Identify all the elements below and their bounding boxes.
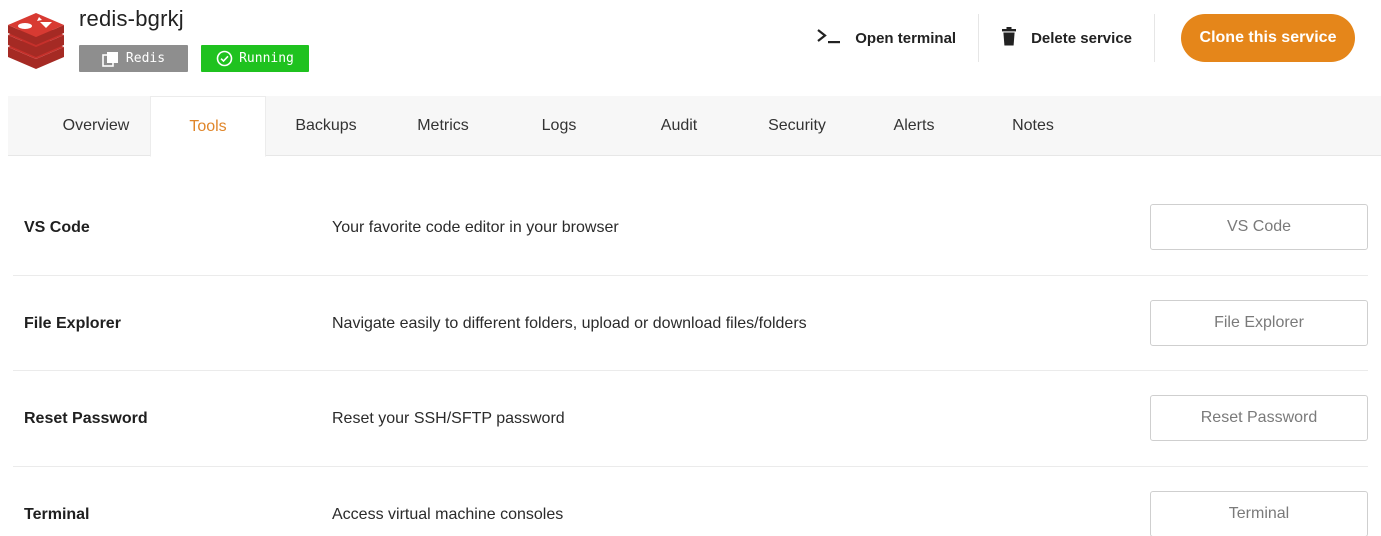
tab-bar: Overview Tools Backups Metrics Logs Audi…	[8, 96, 1381, 157]
tool-title: File Explorer	[24, 314, 121, 332]
check-circle-icon	[216, 50, 233, 67]
status-label: Running	[239, 51, 294, 66]
tab-notes[interactable]: Notes	[1003, 96, 1063, 156]
vs-code-button[interactable]: VS Code	[1150, 204, 1368, 250]
delete-service-button[interactable]: Delete service	[1001, 14, 1132, 62]
service-name: redis-bgrkj	[79, 6, 184, 31]
tab-logs[interactable]: Logs	[531, 96, 587, 156]
tab-security[interactable]: Security	[756, 96, 838, 156]
service-header: redis-bgrkj Redis Running Open terminal …	[0, 0, 1381, 90]
copy-icon	[102, 51, 119, 67]
tool-description: Reset your SSH/SFTP password	[332, 410, 565, 427]
open-terminal-label: Open terminal	[855, 29, 957, 47]
tools-list: VS Code Your favorite code editor in you…	[13, 180, 1368, 536]
delete-service-label: Delete service	[1031, 29, 1132, 47]
tab-metrics[interactable]: Metrics	[408, 96, 478, 156]
terminal-button[interactable]: Terminal	[1150, 490, 1368, 536]
tab-alerts[interactable]: Alerts	[881, 96, 947, 156]
clone-service-button[interactable]: Clone this service	[1181, 14, 1355, 62]
service-type-badge: Redis	[79, 45, 188, 72]
file-explorer-button[interactable]: File Explorer	[1150, 299, 1368, 346]
status-badge: Running	[201, 45, 309, 72]
tool-title: VS Code	[24, 219, 90, 236]
tool-description: Navigate easily to different folders, up…	[332, 314, 807, 332]
tool-title: Terminal	[24, 505, 90, 523]
action-divider	[1154, 14, 1155, 62]
tab-audit[interactable]: Audit	[648, 96, 710, 156]
tab-backups[interactable]: Backups	[286, 96, 366, 156]
tool-row-file-explorer: File Explorer Navigate easily to differe…	[13, 276, 1368, 371]
tool-description: Your favorite code editor in your browse…	[332, 219, 619, 236]
tool-row-reset-password: Reset Password Reset your SSH/SFTP passw…	[13, 371, 1368, 467]
tool-title: Reset Password	[24, 410, 148, 427]
tool-description: Access virtual machine consoles	[332, 505, 564, 523]
tab-overview[interactable]: Overview	[52, 96, 140, 156]
service-type-label: Redis	[125, 51, 166, 66]
trash-icon	[1001, 26, 1017, 50]
tool-row-vs-code: VS Code Your favorite code editor in you…	[13, 180, 1368, 276]
open-terminal-button[interactable]: Open terminal	[817, 14, 956, 62]
tab-tools[interactable]: Tools	[150, 96, 266, 157]
tool-row-terminal: Terminal Access virtual machine consoles…	[13, 467, 1368, 536]
terminal-prompt-icon	[817, 28, 841, 48]
redis-logo-icon	[8, 13, 64, 69]
header-actions: Open terminal Delete service Clone this …	[817, 14, 1355, 62]
reset-password-button[interactable]: Reset Password	[1150, 395, 1368, 441]
action-divider	[978, 14, 980, 62]
